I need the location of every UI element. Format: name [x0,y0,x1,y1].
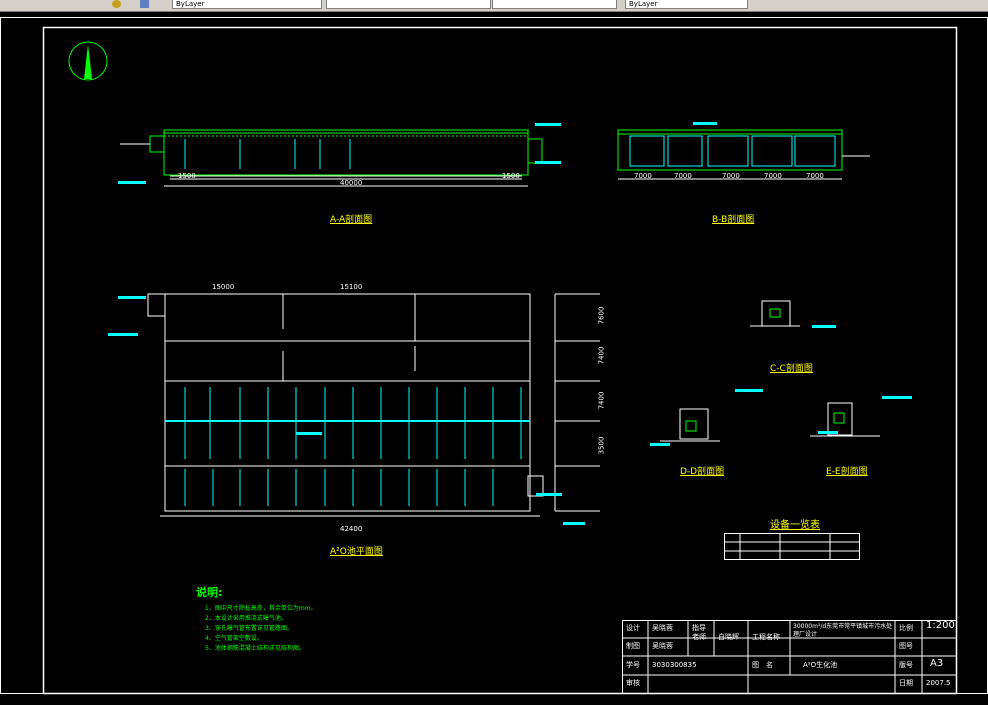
equipment-list-title: 设备一览表 [770,520,820,531]
tb-size-value: A3 [930,658,944,669]
section-aa-title: A-A剖面图 [330,215,373,225]
note-item: 2、本设计采用推流式曝气池。 [205,615,287,622]
tb-project-name: 30000m³/d东莞市常平镇城市污水处理厂设计 [793,623,893,638]
tb-advisor-label: 指导老师 [692,624,706,641]
plotstyle-control[interactable]: ByLayer [625,0,748,9]
layer-icon[interactable] [140,0,149,8]
notes-title: 说明: [196,586,223,599]
linetype-control[interactable] [326,0,491,9]
dim-bb-4: 7000 [764,172,782,180]
dim-aa-right: 1500 [502,172,520,180]
section-bb-title: B-B剖面图 [712,215,755,225]
note-item: 1、图中尺寸除标高外，其余单位为mm。 [205,605,317,612]
section-dd-drawing [660,408,720,442]
dim-aa-center: 40000 [340,179,363,187]
plan-view-drawing [147,293,600,517]
tb-advisor-name: 白晓辉 [718,633,739,641]
dim-bb-1: 7000 [634,172,652,180]
tb-draw-name: 吴晓蓉 [652,642,673,650]
dim-plan-right-3: 7400 [597,391,606,410]
dim-bb-3: 7000 [722,172,740,180]
tb-ratio-label: 比例 [899,624,913,632]
tb-project-label: 工程名称 [752,633,780,641]
dim-bb-5: 7000 [806,172,824,180]
dim-aa-left: 1500 [178,172,196,180]
toolbar-spacer [752,0,955,8]
dim-plan-right-2: 7400 [597,346,606,365]
section-cc-title: C-C剖面图 [770,364,813,374]
tb-draw-label: 制图 [626,642,640,650]
outer-frame [0,17,988,694]
plan-view-title: A²O池平面图 [330,547,383,557]
note-item: 5、池体钢筋混凝土结构详见结构图。 [205,645,305,652]
color-control[interactable]: ByLayer [172,0,322,9]
tb-ratio-value: 1:200 [926,620,955,631]
tb-student-no: 3030300835 [652,661,697,669]
dim-plan-top-1: 15000 [212,283,235,291]
note-item: 4、空气管架空敷设。 [205,635,263,642]
dim-bb-2: 7000 [674,172,692,180]
model-space-canvas[interactable]: 1500 40000 1500 7000 7000 7000 7000 7000… [0,11,988,701]
color-icon[interactable] [112,0,121,8]
tb-student-label: 学号 [626,661,640,669]
tb-sheet-label: 图号 [899,642,913,650]
note-item: 3、穿孔曝气管布置详见管路图。 [205,625,293,632]
tb-design-label: 设计 [626,624,640,632]
inner-frame [42,26,958,695]
section-dd-title: D-D剖面图 [680,467,725,477]
tb-drawing-label: 图 名 [752,661,773,669]
tb-date-value: 2007.5 [926,679,951,687]
section-bb-drawing [617,129,870,180]
lineweight-control[interactable] [492,0,617,9]
dim-plan-bottom: 42400 [340,525,363,533]
dim-plan-right-4: 3500 [597,436,606,455]
equipment-table [724,533,860,560]
tb-review-label: 审核 [626,679,640,687]
tb-date-label: 日期 [899,679,913,687]
dim-plan-top-2: 15100 [340,283,363,291]
section-ee-title: E-E剖面图 [826,467,868,477]
tb-drawing-name: A²O生化池 [803,661,838,669]
tb-no-label: 版号 [899,661,913,669]
tb-design-name: 吴晓蓉 [652,624,673,632]
north-arrow-icon [68,41,108,81]
drawing-sheet [0,17,988,695]
section-cc-drawing [750,300,800,327]
dim-plan-right-1: 7600 [597,306,606,325]
